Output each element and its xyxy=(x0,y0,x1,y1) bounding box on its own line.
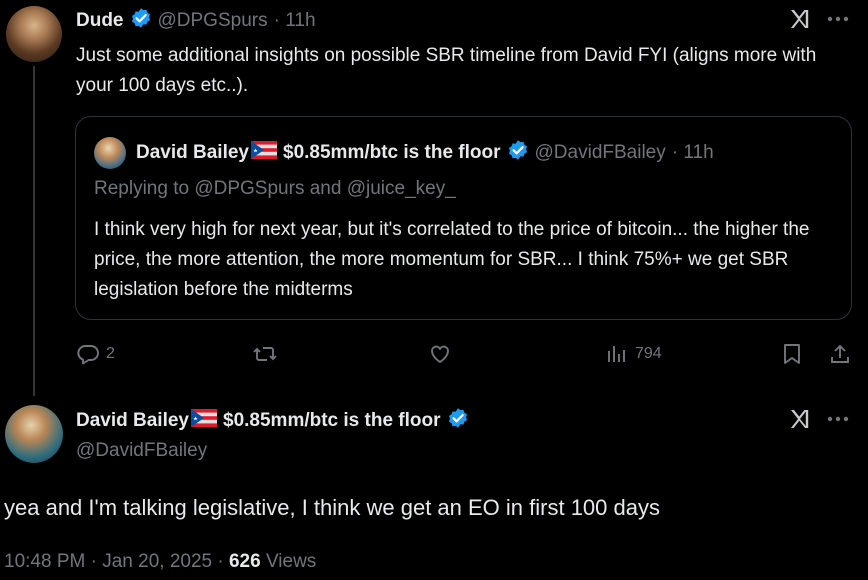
quote-time[interactable]: · 11h xyxy=(672,142,714,164)
replying-and: and xyxy=(309,178,342,199)
verified-badge-icon xyxy=(447,407,469,435)
tweet2-meta: 10:48 PM · Jan 20, 2025 · 626 Views xyxy=(4,551,316,573)
views-count: 794 xyxy=(635,345,662,362)
grok-icon[interactable] xyxy=(786,6,812,32)
tweet1-text: Just some additional insights on possibl… xyxy=(76,45,817,96)
heart-icon xyxy=(431,345,449,363)
replying-user-dpgspurs[interactable]: @DPGSpurs xyxy=(194,178,304,199)
views-button[interactable]: 794 xyxy=(605,342,662,366)
verified-badge-icon xyxy=(507,139,529,167)
avatar-david-bailey[interactable] xyxy=(5,405,63,463)
author-handle[interactable]: @DavidFBailey xyxy=(76,440,207,462)
tweet1-header: Dude @DPGSpurs · 11h xyxy=(76,7,316,35)
quote-text: I think very high for next year, but it'… xyxy=(94,219,810,300)
repost-button[interactable] xyxy=(252,342,278,366)
author-name[interactable]: Dude xyxy=(76,10,124,32)
analytics-icon xyxy=(608,346,625,362)
bookmark-button[interactable] xyxy=(781,342,803,366)
avatar-dude[interactable] xyxy=(6,6,62,62)
share-button[interactable] xyxy=(828,342,852,366)
quote-header: David Bailey $0.85mm/btc is the floor @D… xyxy=(136,139,714,167)
reply-icon xyxy=(77,345,99,365)
replying-prefix: Replying to xyxy=(94,178,190,199)
author-name[interactable]: David Bailey xyxy=(76,410,189,432)
views-count: 626 xyxy=(228,551,261,572)
replying-user-juice-key[interactable]: @juice_key_ xyxy=(347,178,456,199)
tweet2-text: yea and I'm talking legislative, I think… xyxy=(4,495,660,520)
tweet-timestamp[interactable]: 10:48 PM · Jan 20, 2025 · xyxy=(4,551,224,572)
views-label: Views xyxy=(265,551,317,572)
quote-avatar[interactable] xyxy=(94,137,126,169)
quote-author-name-suffix[interactable]: $0.85mm/btc is the floor xyxy=(283,142,501,164)
quote-author-name[interactable]: David Bailey xyxy=(136,142,249,164)
replying-to: Replying to @DPGSpurs and @juice_key_ xyxy=(94,178,456,200)
bookmark-icon xyxy=(784,344,800,364)
puerto-rico-flag-icon xyxy=(251,141,277,165)
quote-author-handle[interactable]: @DavidFBailey xyxy=(535,142,666,164)
like-button[interactable] xyxy=(428,342,452,366)
share-icon xyxy=(831,344,849,363)
verified-badge-icon xyxy=(130,7,152,35)
author-name-suffix[interactable]: $0.85mm/btc is the floor xyxy=(223,410,441,432)
tweet2-header: David Bailey $0.85mm/btc is the floor xyxy=(76,406,469,436)
tweet-time[interactable]: · 11h xyxy=(274,10,316,32)
quoted-tweet-card[interactable]: David Bailey $0.85mm/btc is the floor @D… xyxy=(75,116,852,320)
reply-button[interactable]: 2 xyxy=(76,342,115,366)
reply-count: 2 xyxy=(106,345,115,362)
more-icon[interactable] xyxy=(824,406,852,432)
repost-icon xyxy=(253,347,277,361)
author-handle[interactable]: @DPGSpurs xyxy=(158,10,268,32)
grok-icon[interactable] xyxy=(786,406,812,432)
puerto-rico-flag-icon xyxy=(191,409,217,433)
more-icon[interactable] xyxy=(824,6,852,32)
thread-connector xyxy=(33,66,35,396)
